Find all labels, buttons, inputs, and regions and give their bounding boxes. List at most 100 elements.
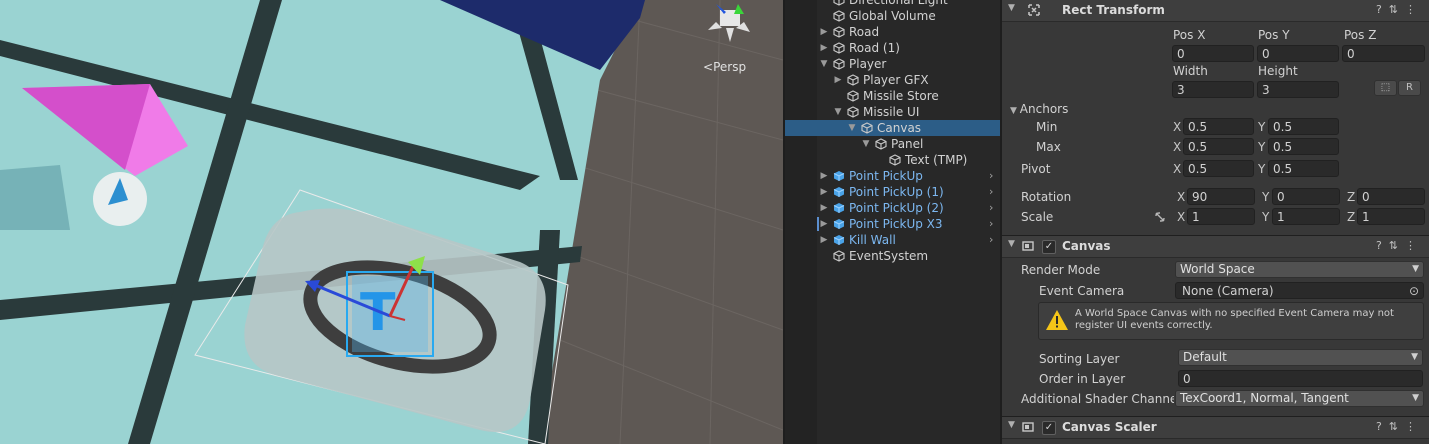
- x-axis-label: X: [1173, 120, 1182, 134]
- hierarchy-item[interactable]: Directional Light: [785, 0, 1000, 8]
- presets-icon[interactable]: ⇅: [1389, 239, 1405, 252]
- collapse-arrow-icon[interactable]: ▶: [819, 232, 829, 248]
- fold-arrow-icon[interactable]: ▼: [1008, 239, 1015, 249]
- collapse-arrow-icon[interactable]: ▶: [833, 72, 843, 88]
- hierarchy-item-label: Point PickUp: [849, 169, 923, 183]
- object-picker-icon[interactable]: ⊙: [1409, 283, 1419, 298]
- anchors-label: Anchors: [1019, 102, 1069, 116]
- raw-edit-button[interactable]: R: [1398, 80, 1421, 96]
- pos-x-field[interactable]: 0: [1172, 45, 1254, 62]
- x-axis-label: X: [1173, 140, 1182, 154]
- blueprint-mode-button[interactable]: ⬚: [1374, 80, 1397, 96]
- warning-message: A World Space Canvas with no specified E…: [1075, 308, 1394, 331]
- help-icon[interactable]: ?: [1376, 3, 1389, 16]
- prefab-open-chevron-icon[interactable]: ›: [989, 200, 993, 216]
- collapse-arrow-icon[interactable]: ▶: [819, 184, 829, 200]
- hierarchy-item[interactable]: ▶ Point PickUp X3 ›: [785, 216, 1000, 232]
- rotation-y-field[interactable]: 0: [1272, 188, 1340, 205]
- canvas-scaler-enabled-checkbox[interactable]: ✓: [1042, 421, 1056, 435]
- component-header-icons[interactable]: ?⇅⋮: [1376, 239, 1423, 252]
- hierarchy-item[interactable]: ▶ Road (1): [785, 40, 1000, 56]
- hierarchy-item[interactable]: ▶ Point PickUp (2) ›: [785, 200, 1000, 216]
- z-axis-label: Z: [1347, 190, 1356, 204]
- component-header-icons[interactable]: ?⇅⋮: [1376, 420, 1423, 433]
- scale-z-field[interactable]: 1: [1357, 208, 1425, 225]
- collapse-arrow-icon[interactable]: ▶: [819, 216, 829, 232]
- hierarchy-item[interactable]: ▶ Kill Wall ›: [785, 232, 1000, 248]
- scene-projection-label[interactable]: <Persp: [703, 60, 746, 74]
- canvas-scaler-header[interactable]: ▼ ✓ Canvas Scaler ?⇅⋮: [1002, 416, 1429, 439]
- rotation-z-field[interactable]: 0: [1357, 188, 1425, 205]
- hierarchy-item[interactable]: ▼ Player: [785, 56, 1000, 72]
- hierarchy-item[interactable]: ▼ Missile UI: [785, 104, 1000, 120]
- anchor-max-x-field[interactable]: 0.5: [1183, 138, 1254, 155]
- expand-arrow-icon[interactable]: ▼: [833, 104, 843, 120]
- component-header-icons[interactable]: ?⇅⋮: [1376, 3, 1423, 16]
- fold-arrow-icon[interactable]: ▼: [1008, 420, 1015, 430]
- hierarchy-item-label: Point PickUp (2): [849, 201, 944, 215]
- hierarchy-item[interactable]: ▶ Road: [785, 24, 1000, 40]
- expand-arrow-icon[interactable]: ▼: [861, 136, 871, 152]
- anchor-max-y-field[interactable]: 0.5: [1268, 138, 1339, 155]
- prefab-open-chevron-icon[interactable]: ›: [989, 216, 993, 232]
- expand-arrow-icon[interactable]: ▼: [847, 120, 857, 136]
- anchor-min-x-field[interactable]: 0.5: [1183, 118, 1254, 135]
- presets-icon[interactable]: ⇅: [1389, 3, 1405, 16]
- hierarchy-item[interactable]: ▼ Panel: [785, 136, 1000, 152]
- canvas-icon: [1022, 241, 1034, 251]
- hierarchy-item-label: Kill Wall: [849, 233, 896, 247]
- hierarchy-item[interactable]: Missile Store: [785, 88, 1000, 104]
- width-field[interactable]: 3: [1172, 81, 1254, 98]
- anchors-foldout[interactable]: ▼ Anchors: [1010, 102, 1068, 116]
- rotation-x-field[interactable]: 90: [1187, 188, 1255, 205]
- shader-channels-dropdown[interactable]: TexCoord1, Normal, Tangent ▼: [1175, 390, 1424, 407]
- more-icon[interactable]: ⋮: [1405, 420, 1423, 433]
- collapse-arrow-icon[interactable]: ▶: [819, 24, 829, 40]
- scene-view[interactable]: T <Persp: [0, 0, 783, 444]
- prefab-open-chevron-icon[interactable]: ›: [989, 184, 993, 200]
- collapse-arrow-icon[interactable]: ▶: [819, 168, 829, 184]
- shader-channels-value: TexCoord1, Normal, Tangent: [1180, 391, 1349, 405]
- event-camera-field[interactable]: None (Camera) ⊙: [1175, 282, 1424, 299]
- hierarchy-item[interactable]: ▶ Point PickUp ›: [785, 168, 1000, 184]
- hierarchy-item[interactable]: Global Volume: [785, 8, 1000, 24]
- order-in-layer-field[interactable]: 0: [1178, 370, 1423, 387]
- fold-arrow-icon[interactable]: ▼: [1008, 3, 1015, 13]
- height-field[interactable]: 3: [1257, 81, 1339, 98]
- hierarchy-item[interactable]: ▶ Player GFX: [785, 72, 1000, 88]
- scale-y-field[interactable]: 1: [1272, 208, 1340, 225]
- gameobject-icon: [833, 10, 845, 22]
- canvas-header[interactable]: ▼ ✓ Canvas ?⇅⋮: [1002, 235, 1429, 258]
- pivot-label: Pivot: [1021, 162, 1051, 176]
- prefab-open-chevron-icon[interactable]: ›: [989, 232, 993, 248]
- expand-arrow-icon[interactable]: ▼: [819, 56, 829, 72]
- canvas-enabled-checkbox[interactable]: ✓: [1042, 240, 1056, 254]
- constrain-proportions-icon[interactable]: [1154, 211, 1166, 223]
- pivot-y-field[interactable]: 0.5: [1268, 160, 1339, 177]
- scale-x-field[interactable]: 1: [1187, 208, 1255, 225]
- more-icon[interactable]: ⋮: [1405, 239, 1423, 252]
- more-icon[interactable]: ⋮: [1405, 3, 1423, 16]
- collapse-arrow-icon[interactable]: ▶: [819, 40, 829, 56]
- anchor-min-y-field[interactable]: 0.5: [1268, 118, 1339, 135]
- hierarchy-item[interactable]: Text (TMP): [785, 152, 1000, 168]
- collapse-arrow-icon[interactable]: ▶: [819, 200, 829, 216]
- gameobject-icon: [889, 154, 901, 166]
- render-mode-dropdown[interactable]: World Space ▼: [1175, 261, 1424, 278]
- prefab-open-chevron-icon[interactable]: ›: [989, 168, 993, 184]
- pos-y-field[interactable]: 0: [1257, 45, 1339, 62]
- help-icon[interactable]: ?: [1376, 420, 1389, 433]
- hierarchy-item[interactable]: ▼ Canvas: [785, 120, 1000, 136]
- sorting-layer-dropdown[interactable]: Default ▼: [1178, 349, 1423, 366]
- hierarchy-item[interactable]: ▶ Point PickUp (1) ›: [785, 184, 1000, 200]
- y-axis-label: Y: [1262, 210, 1270, 224]
- gameobject-icon: [875, 138, 887, 150]
- pos-z-field[interactable]: 0: [1342, 45, 1425, 62]
- hierarchy-item[interactable]: EventSystem: [785, 248, 1000, 264]
- presets-icon[interactable]: ⇅: [1389, 420, 1405, 433]
- rotation-label: Rotation: [1021, 190, 1072, 204]
- pivot-x-field[interactable]: 0.5: [1183, 160, 1254, 177]
- sorting-layer-value: Default: [1183, 350, 1227, 364]
- rect-transform-header[interactable]: ▼ Rect Transform ?⇅⋮: [1002, 0, 1429, 22]
- help-icon[interactable]: ?: [1376, 239, 1389, 252]
